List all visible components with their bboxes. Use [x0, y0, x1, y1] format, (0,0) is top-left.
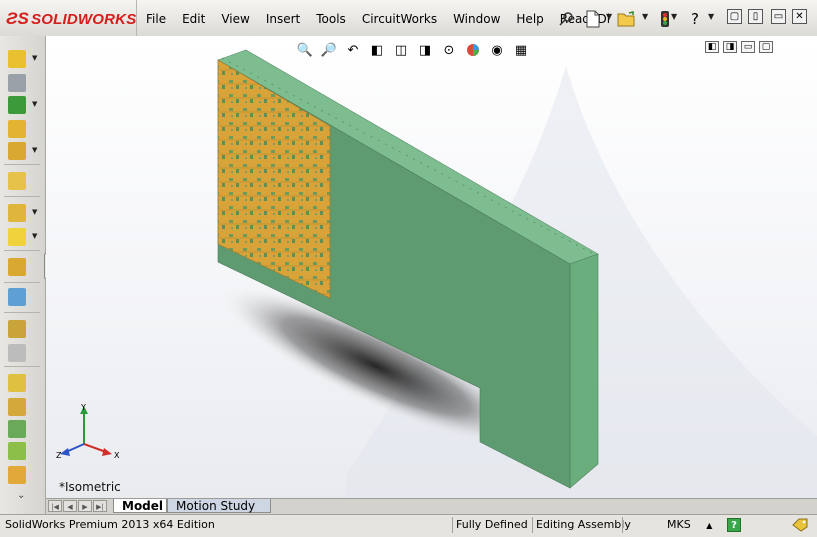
- app-logo-area: ƧS SOLIDWORKS: [0, 0, 137, 36]
- large-assembly-mode-icon[interactable]: [8, 466, 26, 484]
- tab-first-button[interactable]: |◀: [48, 500, 62, 512]
- logo-text: SOLIDWORKS: [31, 10, 137, 28]
- display-style-icon[interactable]: ◨: [416, 41, 434, 59]
- viewport-restore-button[interactable]: ▭: [741, 41, 755, 53]
- status-definition-state: Fully Defined: [452, 517, 531, 533]
- new-document-icon[interactable]: [582, 8, 604, 30]
- bill-of-materials-icon[interactable]: [8, 288, 26, 306]
- instant3d-icon[interactable]: [8, 442, 26, 460]
- help-icon[interactable]: ?: [684, 8, 706, 30]
- tab-scroll-buttons: |◀ ◀ ▶ ▶|: [48, 500, 107, 512]
- viewport-close-button[interactable]: ▢: [759, 41, 773, 53]
- units-caret-icon: ▲: [706, 521, 713, 530]
- heads-up-view-toolbar: 🔍 🔎 ↶ ◧ ◫ ◨ ⊙ ◉ ▦: [296, 39, 530, 61]
- insert-component-icon[interactable]: [8, 50, 26, 68]
- quick-tips-help-button[interactable]: ?: [727, 518, 741, 532]
- zoom-to-fit-icon[interactable]: 🔍: [296, 41, 314, 59]
- window-close-button[interactable]: ✕: [792, 9, 807, 24]
- solidworks-logo[interactable]: ƧS SOLIDWORKS: [6, 9, 136, 29]
- tab-next-button[interactable]: ▶: [78, 500, 92, 512]
- toolbar-separator: [4, 282, 40, 283]
- reference-geometry-chevron-icon[interactable]: ▼: [32, 232, 37, 240]
- linear-pattern-icon[interactable]: [8, 96, 26, 114]
- status-product: SolidWorks Premium 2013 x64 Edition: [5, 518, 215, 531]
- toolbar-separator: [4, 250, 40, 251]
- pin-icon[interactable]: [555, 8, 577, 30]
- zoom-to-area-icon[interactable]: 🔎: [320, 41, 338, 59]
- hide-show-items-icon[interactable]: ⊙: [440, 41, 458, 59]
- explode-line-sketch-icon[interactable]: [8, 344, 26, 362]
- open-folder-icon[interactable]: [616, 8, 638, 30]
- menu-view[interactable]: View: [213, 10, 257, 28]
- main-menu: File Edit View Insert Tools CircuitWorks…: [138, 10, 618, 28]
- tab-prev-button[interactable]: ◀: [63, 500, 77, 512]
- show-hidden-components-icon[interactable]: [8, 172, 26, 190]
- split-view-left-button[interactable]: ◧: [705, 41, 719, 53]
- edit-appearance-icon[interactable]: [464, 41, 482, 59]
- pattern-chevron-icon[interactable]: ▼: [32, 100, 37, 108]
- triad-z-label: Z: [56, 451, 62, 460]
- triad-x-label: X: [114, 451, 120, 460]
- new-motion-study-icon[interactable]: [8, 258, 26, 276]
- menu-help[interactable]: Help: [508, 10, 551, 28]
- move-component-chevron-icon[interactable]: ▼: [32, 146, 37, 154]
- new-dropdown-chevron-icon[interactable]: ▼: [606, 12, 612, 21]
- reference-geometry-icon[interactable]: [8, 228, 26, 246]
- window-restore-button[interactable]: ▯: [748, 9, 763, 24]
- mate-paperclip-icon[interactable]: [8, 74, 26, 92]
- window-tile-button[interactable]: ▢: [727, 9, 742, 24]
- previous-view-icon[interactable]: ↶: [344, 41, 362, 59]
- triad-y-label: Y: [80, 403, 86, 412]
- menu-window[interactable]: Window: [445, 10, 508, 28]
- hole-alignment-icon[interactable]: [8, 420, 26, 438]
- status-bar: SolidWorks Premium 2013 x64 Edition Full…: [0, 514, 817, 537]
- status-units: MKS: [667, 518, 691, 531]
- smart-fasteners-icon[interactable]: [8, 120, 26, 138]
- section-view-icon[interactable]: ◧: [368, 41, 386, 59]
- menu-insert[interactable]: Insert: [258, 10, 308, 28]
- assembly-features-chevron-icon[interactable]: ▼: [32, 208, 37, 216]
- command-manager-toolbar: ▼ ▼ ▼ ▼ ▼ ⌄: [0, 36, 46, 514]
- split-view-right-button[interactable]: ◨: [723, 41, 737, 53]
- help-dropdown-chevron-icon[interactable]: ▼: [708, 12, 714, 21]
- toolbar-separator: [4, 164, 40, 165]
- exploded-view-icon[interactable]: [8, 320, 26, 338]
- clearance-verification-icon[interactable]: [8, 398, 26, 416]
- menu-file[interactable]: File: [138, 10, 174, 28]
- view-orientation-icon[interactable]: ◫: [392, 41, 410, 59]
- open-dropdown-chevron-icon[interactable]: ▼: [642, 12, 648, 21]
- tab-motion-study[interactable]: Motion Study 1: [167, 499, 271, 527]
- logo-ds-mark: ƧS: [6, 9, 30, 28]
- title-menu-bar: ƧS SOLIDWORKS File Edit View Insert Tool…: [0, 0, 817, 37]
- rebuild-dropdown-chevron-icon[interactable]: ▼: [671, 12, 677, 21]
- toolbar-separator: [4, 312, 40, 313]
- menu-circuitworks[interactable]: CircuitWorks: [354, 10, 445, 28]
- model-scene: [217, 49, 817, 498]
- viewport-window-controls: ◧ ◨ ▭ ▢: [705, 41, 773, 53]
- tag-icon[interactable]: [792, 518, 808, 532]
- move-component-icon[interactable]: [8, 142, 26, 160]
- window-minimize-button[interactable]: ▭: [771, 9, 786, 24]
- bottom-tab-strip: |◀ ◀ ▶ ▶| Model Motion Study 1: [46, 498, 817, 527]
- status-editing-mode: Editing Assembly: [532, 517, 634, 533]
- reference-triad: Y X Z: [56, 403, 120, 460]
- apply-scene-icon[interactable]: ◉: [488, 41, 506, 59]
- assembly-features-icon[interactable]: [8, 204, 26, 222]
- menu-tools[interactable]: Tools: [308, 10, 354, 28]
- interference-detection-icon[interactable]: [8, 374, 26, 392]
- view-settings-icon[interactable]: ▦: [512, 41, 530, 59]
- toolbar-separator: [4, 366, 40, 367]
- insert-component-chevron-icon[interactable]: ▼: [32, 54, 37, 62]
- more-tools-chevron-icon[interactable]: ⌄: [17, 490, 25, 501]
- graphics-area[interactable]: 🔍 🔎 ↶ ◧ ◫ ◨ ⊙ ◉ ▦ ◧ ◨ ▭ ▢ Y X Z *Isometr…: [46, 36, 817, 498]
- menu-edit[interactable]: Edit: [174, 10, 213, 28]
- view-orientation-label: *Isometric: [59, 480, 121, 494]
- unit-system-selector[interactable]: MKS ▲: [622, 517, 722, 533]
- tab-last-button[interactable]: ▶|: [93, 500, 107, 512]
- toolbar-separator: [4, 196, 40, 197]
- tab-model[interactable]: Model: [113, 499, 167, 513]
